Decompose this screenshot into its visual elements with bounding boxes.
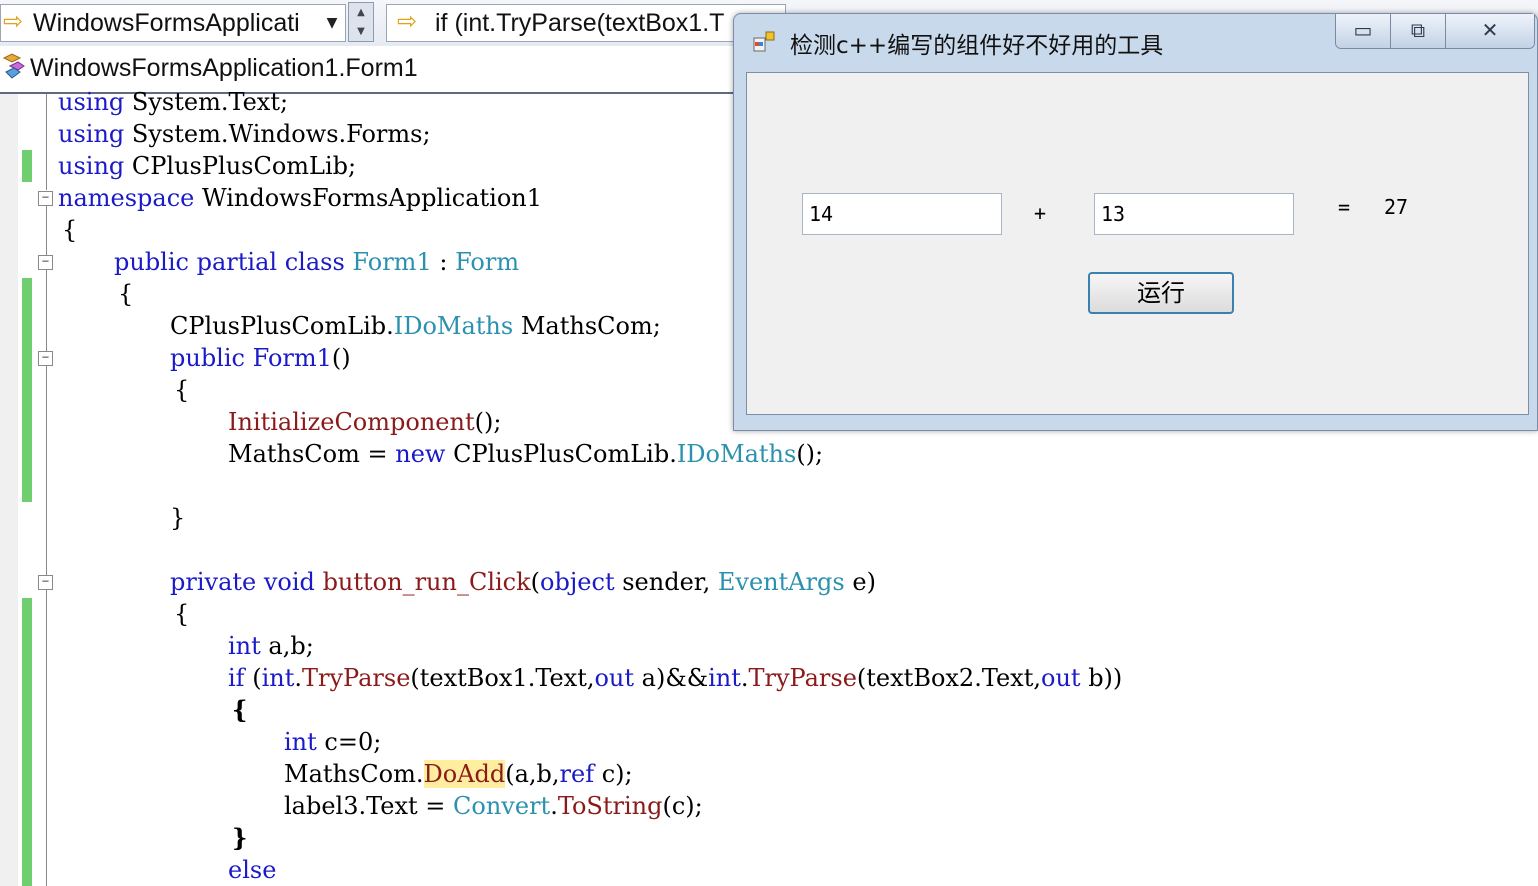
code-line: { xyxy=(174,376,190,404)
maximize-button[interactable]: ⧉ xyxy=(1391,14,1446,48)
member-arrow-icon: ⇨ xyxy=(397,7,418,35)
class-dropdown[interactable]: ⇨ WindowsFormsApplicati ▼ xyxy=(0,4,346,42)
window-controls: ▭ ⧉ ✕ xyxy=(1335,14,1535,49)
code-line: int c=0; xyxy=(284,728,382,756)
form-window[interactable]: 检测c++编写的组件好不好用的工具 ▭ ⧉ ✕ 14 + 13 = 27 运行 xyxy=(733,13,1538,431)
result-label: 27 xyxy=(1384,195,1409,219)
code-line: public Form1() xyxy=(170,344,351,372)
app-icon xyxy=(753,31,775,52)
code-line: MathsCom.DoAdd(a,b,ref c); xyxy=(284,760,633,788)
textbox2-input[interactable]: 13 xyxy=(1094,193,1294,235)
run-button[interactable]: 运行 xyxy=(1088,272,1234,314)
minimize-button[interactable]: ▭ xyxy=(1336,14,1391,48)
member-dropdown-text: if (int.TryParse(textBox1.T xyxy=(435,9,725,37)
window-title: 检测c++编写的组件好不好用的工具 xyxy=(790,33,1164,59)
code-line: { xyxy=(118,280,134,308)
plus-label: + xyxy=(1034,201,1047,225)
change-marker xyxy=(22,598,32,886)
outline-line xyxy=(46,206,47,886)
editor-gutter xyxy=(0,94,18,886)
change-marker xyxy=(22,406,32,502)
collapse-icon[interactable]: − xyxy=(38,255,53,270)
class-arrow-icon: ⇨ xyxy=(3,7,24,35)
code-line: namespace WindowsFormsApplication1 xyxy=(58,184,543,212)
code-line: MathsCom = new CPlusPlusComLib.IDoMaths(… xyxy=(228,440,824,468)
code-line: private void button_run_Click(object sen… xyxy=(170,568,876,596)
close-button[interactable]: ✕ xyxy=(1446,14,1534,48)
document-tab-label[interactable]: WindowsFormsApplication1.Form1 xyxy=(30,54,418,83)
code-line: InitializeComponent(); xyxy=(228,408,502,436)
code-line: public partial class Form1 : Form xyxy=(114,248,520,276)
form-client-area: 14 + 13 = 27 运行 xyxy=(746,72,1529,415)
textbox1-input[interactable]: 14 xyxy=(802,193,1002,235)
member-dropdown[interactable]: ⇨ if (int.TryParse(textBox1.T xyxy=(386,4,786,42)
highlighted-symbol: DoAdd xyxy=(423,760,506,788)
code-line: if (int.TryParse(textBox1.Text,out a)&&i… xyxy=(228,664,1123,692)
code-line: CPlusPlusComLib.IDoMaths MathsCom; xyxy=(170,312,661,340)
equals-label: = xyxy=(1338,195,1351,219)
code-line: using CPlusPlusComLib; xyxy=(58,152,357,180)
code-line: int a,b; xyxy=(228,632,314,660)
code-line: label3.Text = Convert.ToString(c); xyxy=(284,792,703,820)
code-line: using System.Windows.Forms; xyxy=(58,120,431,148)
code-line: else xyxy=(228,856,277,884)
collapse-icon[interactable]: − xyxy=(38,191,53,206)
code-line: } xyxy=(232,823,248,852)
collapse-icon[interactable]: − xyxy=(38,575,53,590)
class-icon xyxy=(2,53,25,79)
code-line: } xyxy=(170,504,186,532)
outline-line xyxy=(46,94,47,190)
split-spinner[interactable]: ▲ ▼ xyxy=(348,2,374,42)
code-line: { xyxy=(232,695,248,724)
code-line: { xyxy=(62,216,78,244)
collapse-icon[interactable]: − xyxy=(38,351,53,366)
code-line: using System.Text; xyxy=(58,88,289,116)
chevron-down-icon[interactable]: ▼ xyxy=(319,5,345,41)
code-line: { xyxy=(174,600,190,628)
change-marker xyxy=(22,150,32,182)
class-dropdown-text: WindowsFormsApplicati xyxy=(33,9,300,37)
